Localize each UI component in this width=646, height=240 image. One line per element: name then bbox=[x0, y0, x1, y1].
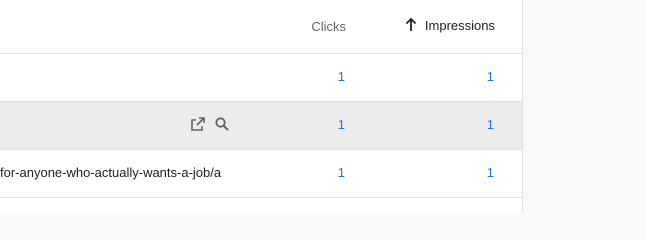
impressions-column-header[interactable]: Impressions bbox=[404, 17, 495, 33]
results-table: Clicks Impressions 1 1 1 1 for-anyone-wh… bbox=[0, 0, 523, 213]
row-impressions: 1 bbox=[486, 69, 494, 84]
row-actions bbox=[190, 116, 230, 132]
impressions-label: Impressions bbox=[424, 17, 495, 33]
clicks-column-header[interactable]: Clicks bbox=[311, 19, 346, 34]
row-impressions: 1 bbox=[486, 117, 494, 132]
table-row[interactable]: 1 1 bbox=[0, 54, 522, 102]
table-header: Clicks Impressions bbox=[0, 0, 522, 54]
search-icon[interactable] bbox=[214, 116, 230, 132]
table-row[interactable]: for-anyone-who-actually-wants-a-job/a 1 … bbox=[0, 150, 522, 198]
row-clicks: 1 bbox=[337, 117, 345, 132]
open-in-new-icon[interactable] bbox=[190, 116, 206, 132]
row-impressions: 1 bbox=[486, 165, 494, 180]
row-url[interactable]: for-anyone-who-actually-wants-a-job/a bbox=[0, 165, 221, 180]
row-clicks: 1 bbox=[337, 165, 345, 180]
arrow-up-icon bbox=[404, 17, 418, 33]
row-clicks: 1 bbox=[337, 69, 345, 84]
table-row[interactable]: 1 1 bbox=[0, 102, 522, 150]
